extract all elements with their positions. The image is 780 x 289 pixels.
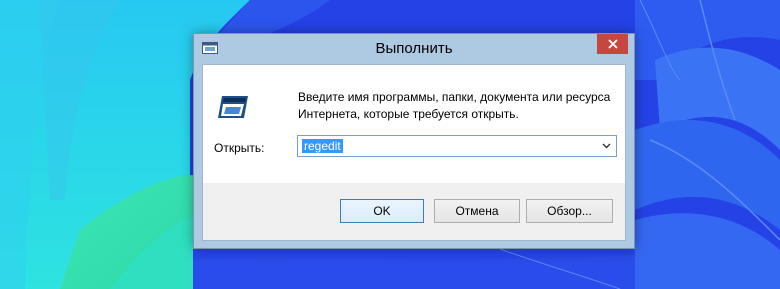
description-line-2: Интернета, которые требуется открыть.: [298, 107, 519, 121]
open-label: Открыть:: [214, 141, 265, 155]
content-area: Введите имя программы, папки, документа …: [203, 65, 625, 183]
open-combobox[interactable]: regedit: [297, 135, 617, 157]
browse-button[interactable]: Обзор...: [526, 199, 613, 223]
cancel-button[interactable]: Отмена: [434, 199, 520, 223]
ok-button[interactable]: OK: [340, 199, 424, 223]
window-title: Выполнить: [375, 40, 453, 57]
dropdown-button[interactable]: [598, 138, 614, 154]
close-button[interactable]: [597, 34, 628, 54]
description-line-1: Введите имя программы, папки, документа …: [298, 90, 611, 104]
run-dialog: Выполнить Введите имя программы, папки, …: [193, 33, 635, 249]
run-app-icon: [218, 96, 248, 118]
description-text: Введите имя программы, папки, документа …: [298, 89, 618, 123]
close-icon: [607, 39, 618, 49]
chevron-down-icon: [602, 143, 610, 149]
dialog-body: Введите имя программы, папки, документа …: [202, 64, 626, 241]
title-bar[interactable]: Выполнить: [194, 34, 634, 64]
open-input-value[interactable]: regedit: [302, 139, 343, 153]
